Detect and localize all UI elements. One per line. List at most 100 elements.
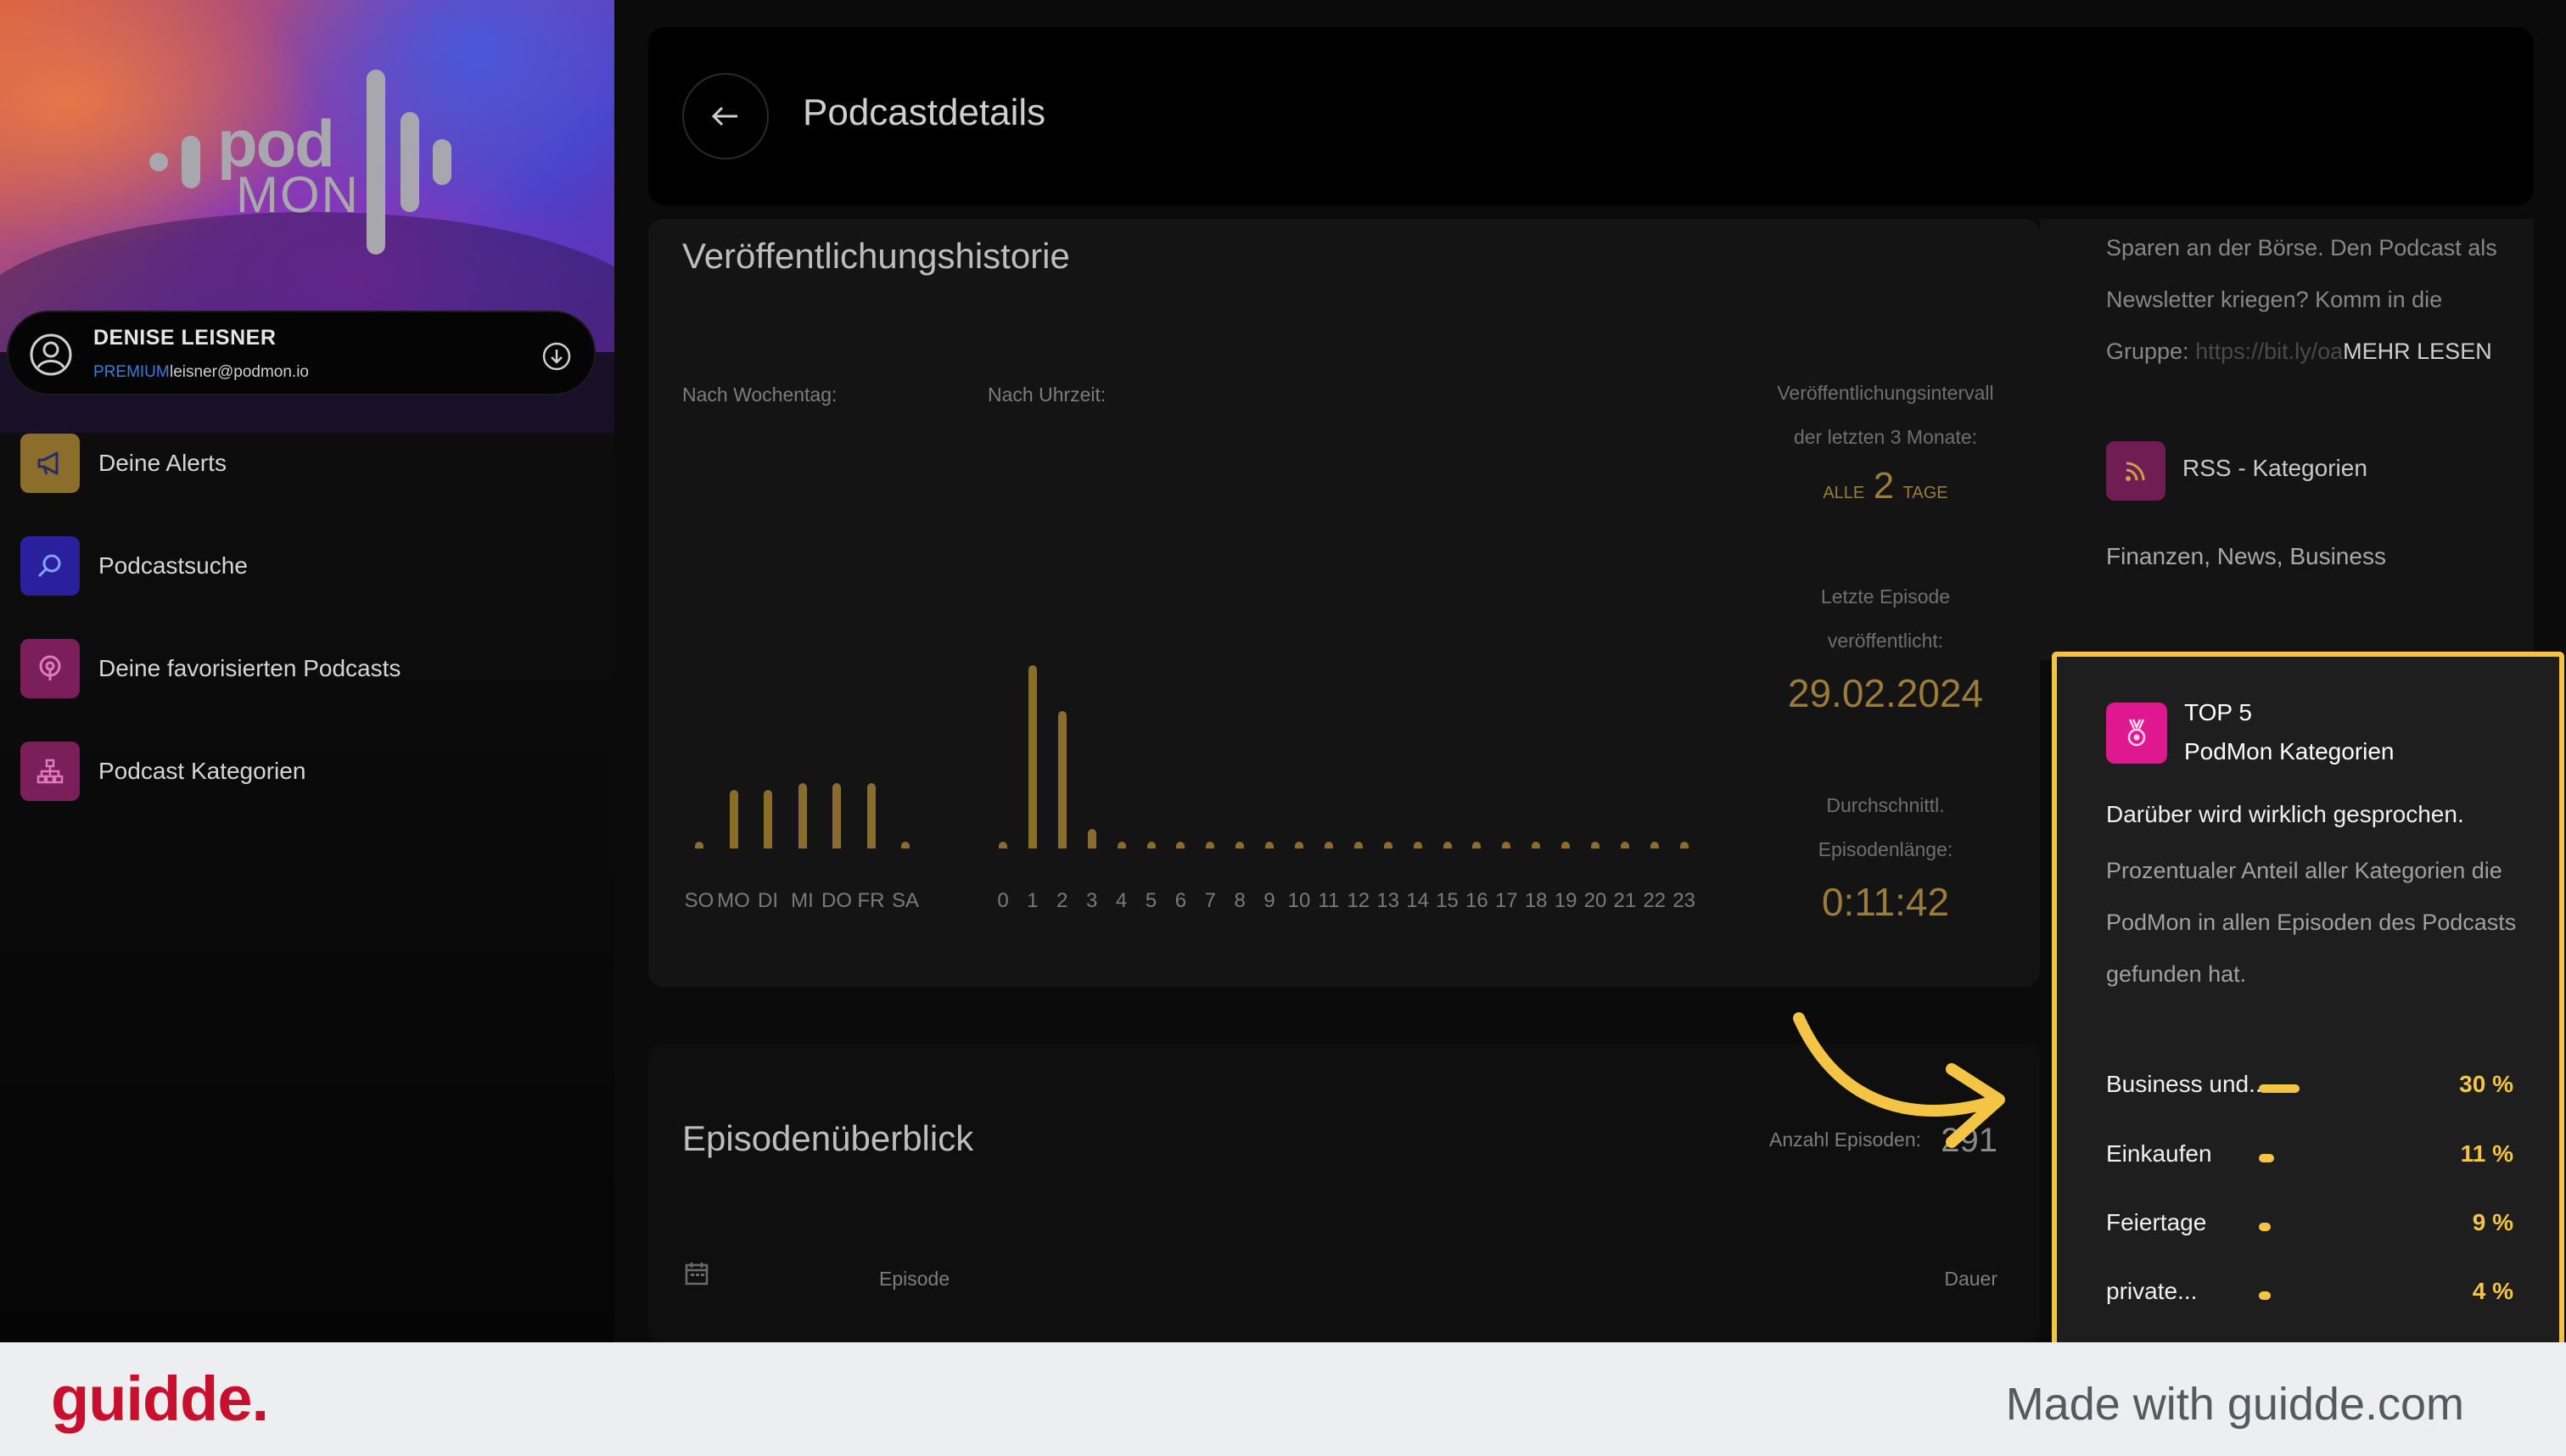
- chart-tick-label: 7: [1204, 889, 1216, 912]
- description-link[interactable]: https://bit.ly/oa: [2195, 339, 2343, 364]
- footer-bar: guidde. Made with guidde.com: [0, 1342, 2566, 1456]
- chart-bar: [1235, 842, 1245, 848]
- chart-bar: [798, 782, 807, 848]
- category-name: Feiertage: [2106, 1209, 2207, 1235]
- sidebar-item-label: Podcastsuche: [98, 552, 248, 579]
- chart-tick-label: MO: [717, 889, 750, 912]
- sidebar-item-favoriten[interactable]: Deine favorisierten Podcasts: [20, 638, 580, 699]
- chart-bar: [1650, 842, 1659, 848]
- chart-bar: [1620, 842, 1629, 848]
- user-email: leisner@podmon.io: [170, 363, 309, 381]
- chart-tick-label: 8: [1234, 889, 1246, 912]
- calendar-icon[interactable]: [684, 1261, 709, 1286]
- medal-icon: [2106, 703, 2167, 764]
- category-share-bar: [2259, 1154, 2274, 1162]
- sidebar-item-alerts[interactable]: Deine Alerts: [20, 433, 580, 494]
- rss-category[interactable]: News: [2217, 543, 2277, 569]
- interval-label-2: der letzten 3 Monate:: [1793, 426, 1978, 448]
- chart-bar: [1265, 842, 1275, 848]
- chart-bar: [1087, 828, 1096, 848]
- chart-bar: [866, 782, 876, 848]
- rss-category-separator: ,: [2276, 543, 2283, 569]
- category-share-bar: [2259, 1291, 2271, 1300]
- history-panel: Veröffentlichungshistorie Nach Wochentag…: [648, 219, 2040, 987]
- chart-bar: [1324, 842, 1333, 848]
- sidebar: pod MON DENISE LEISNER PREMIUM leisner@p…: [0, 0, 614, 1342]
- column-duration[interactable]: Dauer: [1944, 1268, 1997, 1291]
- chart-bar: [1472, 842, 1482, 848]
- rss-categories-title: RSS - Kategorien: [2182, 455, 2367, 481]
- interval-prefix: ALLE: [1823, 484, 1865, 502]
- chart-tick-label: 9: [1263, 889, 1275, 912]
- made-with-text: Made with guidde.com: [2005, 1379, 2464, 1430]
- chart-tick-label: 3: [1086, 889, 1098, 912]
- chart-bar: [695, 842, 703, 848]
- user-name: DENISE LEISNER: [93, 326, 277, 350]
- chart-tick-label: 10: [1287, 889, 1311, 912]
- chart-bar: [1532, 842, 1541, 848]
- top5-title-line1: TOP 5: [2184, 699, 2252, 725]
- interval-suffix: TAGE: [1902, 484, 1948, 502]
- sidebar-banner: pod MON: [0, 0, 614, 433]
- category-percent: 30 %: [2459, 1071, 2513, 1097]
- top5-category-row[interactable]: Einkaufen 11 %: [2106, 1140, 2513, 1174]
- avg-length-label-1: Durchschnittl.: [1826, 794, 1945, 816]
- sidebar-item-kategorien[interactable]: Podcast Kategorien: [20, 741, 580, 802]
- interval-label-1: Veröffentlichungsintervall: [1777, 382, 1994, 404]
- back-button[interactable]: [682, 73, 769, 160]
- chart-bar: [1176, 842, 1185, 848]
- chart-tick-label: 15: [1436, 889, 1459, 912]
- user-card[interactable]: DENISE LEISNER PREMIUM leisner@podmon.io: [7, 311, 596, 395]
- chart-tick-label: 1: [1027, 889, 1039, 912]
- chart-tick-label: 21: [1613, 889, 1637, 912]
- avg-length-stat: Durchschnittl. Episodenlänge: 0:11:42: [1758, 782, 2013, 925]
- search-icon: [20, 536, 80, 596]
- sidebar-item-label: Podcast Kategorien: [98, 758, 306, 784]
- rss-category[interactable]: Business: [2289, 543, 2386, 569]
- top5-category-row[interactable]: Business und... 30 %: [2106, 1071, 2513, 1105]
- chart-tick-label: 2: [1056, 889, 1068, 912]
- chart-bar: [764, 789, 772, 848]
- top5-lead: Darüber wird wirklich gesprochen.: [2106, 801, 2464, 827]
- chart-tick-label: 12: [1347, 889, 1370, 912]
- chart-bar: [999, 842, 1007, 848]
- rss-icon: [2106, 441, 2165, 501]
- chart-bar: [1028, 665, 1037, 848]
- megaphone-icon: [20, 434, 80, 493]
- chart-tick-label: DI: [758, 889, 778, 912]
- chart-tick-label: 18: [1524, 889, 1548, 912]
- top5-category-row[interactable]: private... 4 %: [2106, 1278, 2513, 1312]
- chart-bar: [1146, 842, 1156, 848]
- rss-categories-list: Finanzen, News, Business: [2106, 543, 2386, 570]
- column-episode[interactable]: Episode: [879, 1268, 950, 1291]
- chart-tick-label: 11: [1318, 889, 1340, 912]
- chart-tick-label: 20: [1583, 889, 1607, 912]
- podmon-logo[interactable]: pod MON: [144, 70, 467, 256]
- read-more-link[interactable]: MEHR LESEN: [2343, 339, 2492, 364]
- chart-tick-label: 6: [1174, 889, 1187, 912]
- chart-bar: [1443, 842, 1452, 848]
- chart-tick-label: 23: [1672, 889, 1696, 912]
- category-percent: 9 %: [2472, 1209, 2513, 1235]
- rss-category[interactable]: Finanzen: [2106, 543, 2204, 569]
- category-name: Business und...: [2106, 1071, 2269, 1097]
- chart-bar: [1502, 842, 1511, 848]
- chart-tick-label: 16: [1465, 889, 1488, 912]
- guidde-logo[interactable]: guidde.: [51, 1363, 269, 1435]
- sidebar-item-label: Deine Alerts: [98, 450, 227, 476]
- sidebar-item-podcastsuche[interactable]: Podcastsuche: [20, 535, 580, 596]
- podcast-icon: [20, 639, 80, 698]
- chart-bar: [1413, 842, 1422, 848]
- category-name: private...: [2106, 1278, 2198, 1304]
- chart-tick-label: 0: [997, 889, 1009, 912]
- category-share-bar: [2259, 1084, 2300, 1093]
- chart-bar: [1057, 711, 1067, 848]
- chart-tick-label: 14: [1406, 889, 1429, 912]
- top5-category-row[interactable]: Feiertage 9 %: [2106, 1209, 2513, 1243]
- chart-bar: [1206, 842, 1215, 848]
- last-episode-label-2: veröffentlicht:: [1827, 630, 1944, 652]
- hierarchy-icon: [20, 742, 80, 801]
- download-icon[interactable]: [541, 341, 572, 372]
- category-percent: 11 %: [2460, 1140, 2513, 1167]
- chart-bar: [729, 789, 738, 848]
